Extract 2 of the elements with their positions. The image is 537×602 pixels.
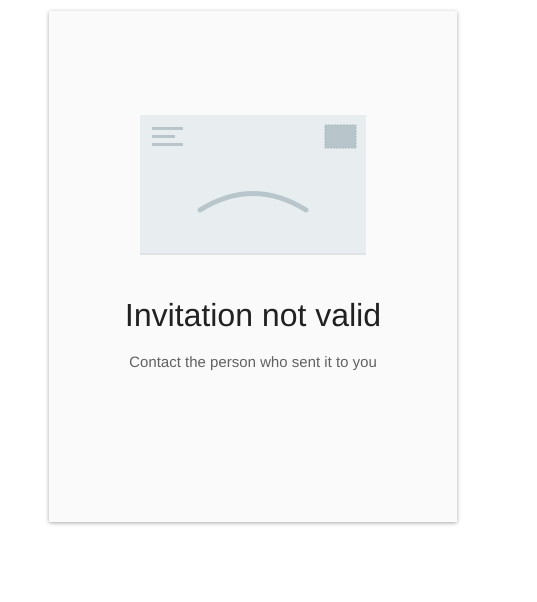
error-message: Contact the person who sent it to you	[129, 353, 377, 373]
error-title: Invitation not valid	[124, 296, 382, 334]
